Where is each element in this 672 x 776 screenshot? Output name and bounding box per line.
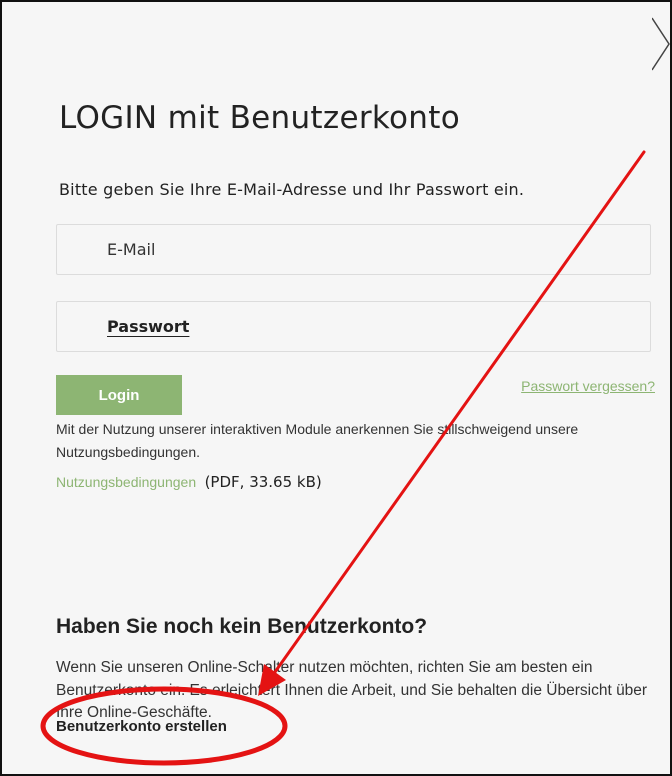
register-heading: Haben Sie noch kein Benutzerkonto? — [56, 615, 428, 638]
password-placeholder: Passwort — [107, 317, 190, 336]
email-placeholder: E-Mail — [107, 240, 156, 259]
terms-notice: Mit der Nutzung unserer interaktiven Mod… — [56, 421, 579, 460]
forgot-password-link[interactable]: Passwort vergessen? — [521, 378, 655, 394]
terms-line: Nutzungsbedingungen (PDF, 33.65 kB) — [56, 473, 322, 491]
title-suffix: mit Benutzerkonto — [167, 100, 460, 136]
login-button[interactable]: Login — [56, 375, 182, 415]
page-title: LOGIN mit Benutzerkonto — [59, 100, 460, 136]
password-field[interactable]: Passwort — [56, 301, 651, 352]
close-icon[interactable] — [652, 16, 670, 72]
login-dialog: LOGIN mit Benutzerkonto Bitte geben Sie … — [0, 0, 672, 776]
create-account-link[interactable]: Benutzerkonto erstellen — [56, 718, 227, 735]
terms-link[interactable]: Nutzungsbedingungen — [56, 474, 196, 490]
terms-file-meta: (PDF, 33.65 kB) — [204, 473, 322, 491]
email-field[interactable]: E-Mail — [56, 224, 651, 275]
title-prefix: LOGIN — [59, 100, 158, 136]
register-description: Wenn Sie unseren Online-Schalter nutzen … — [56, 659, 648, 721]
login-instruction: Bitte geben Sie Ihre E-Mail-Adresse und … — [59, 180, 525, 199]
